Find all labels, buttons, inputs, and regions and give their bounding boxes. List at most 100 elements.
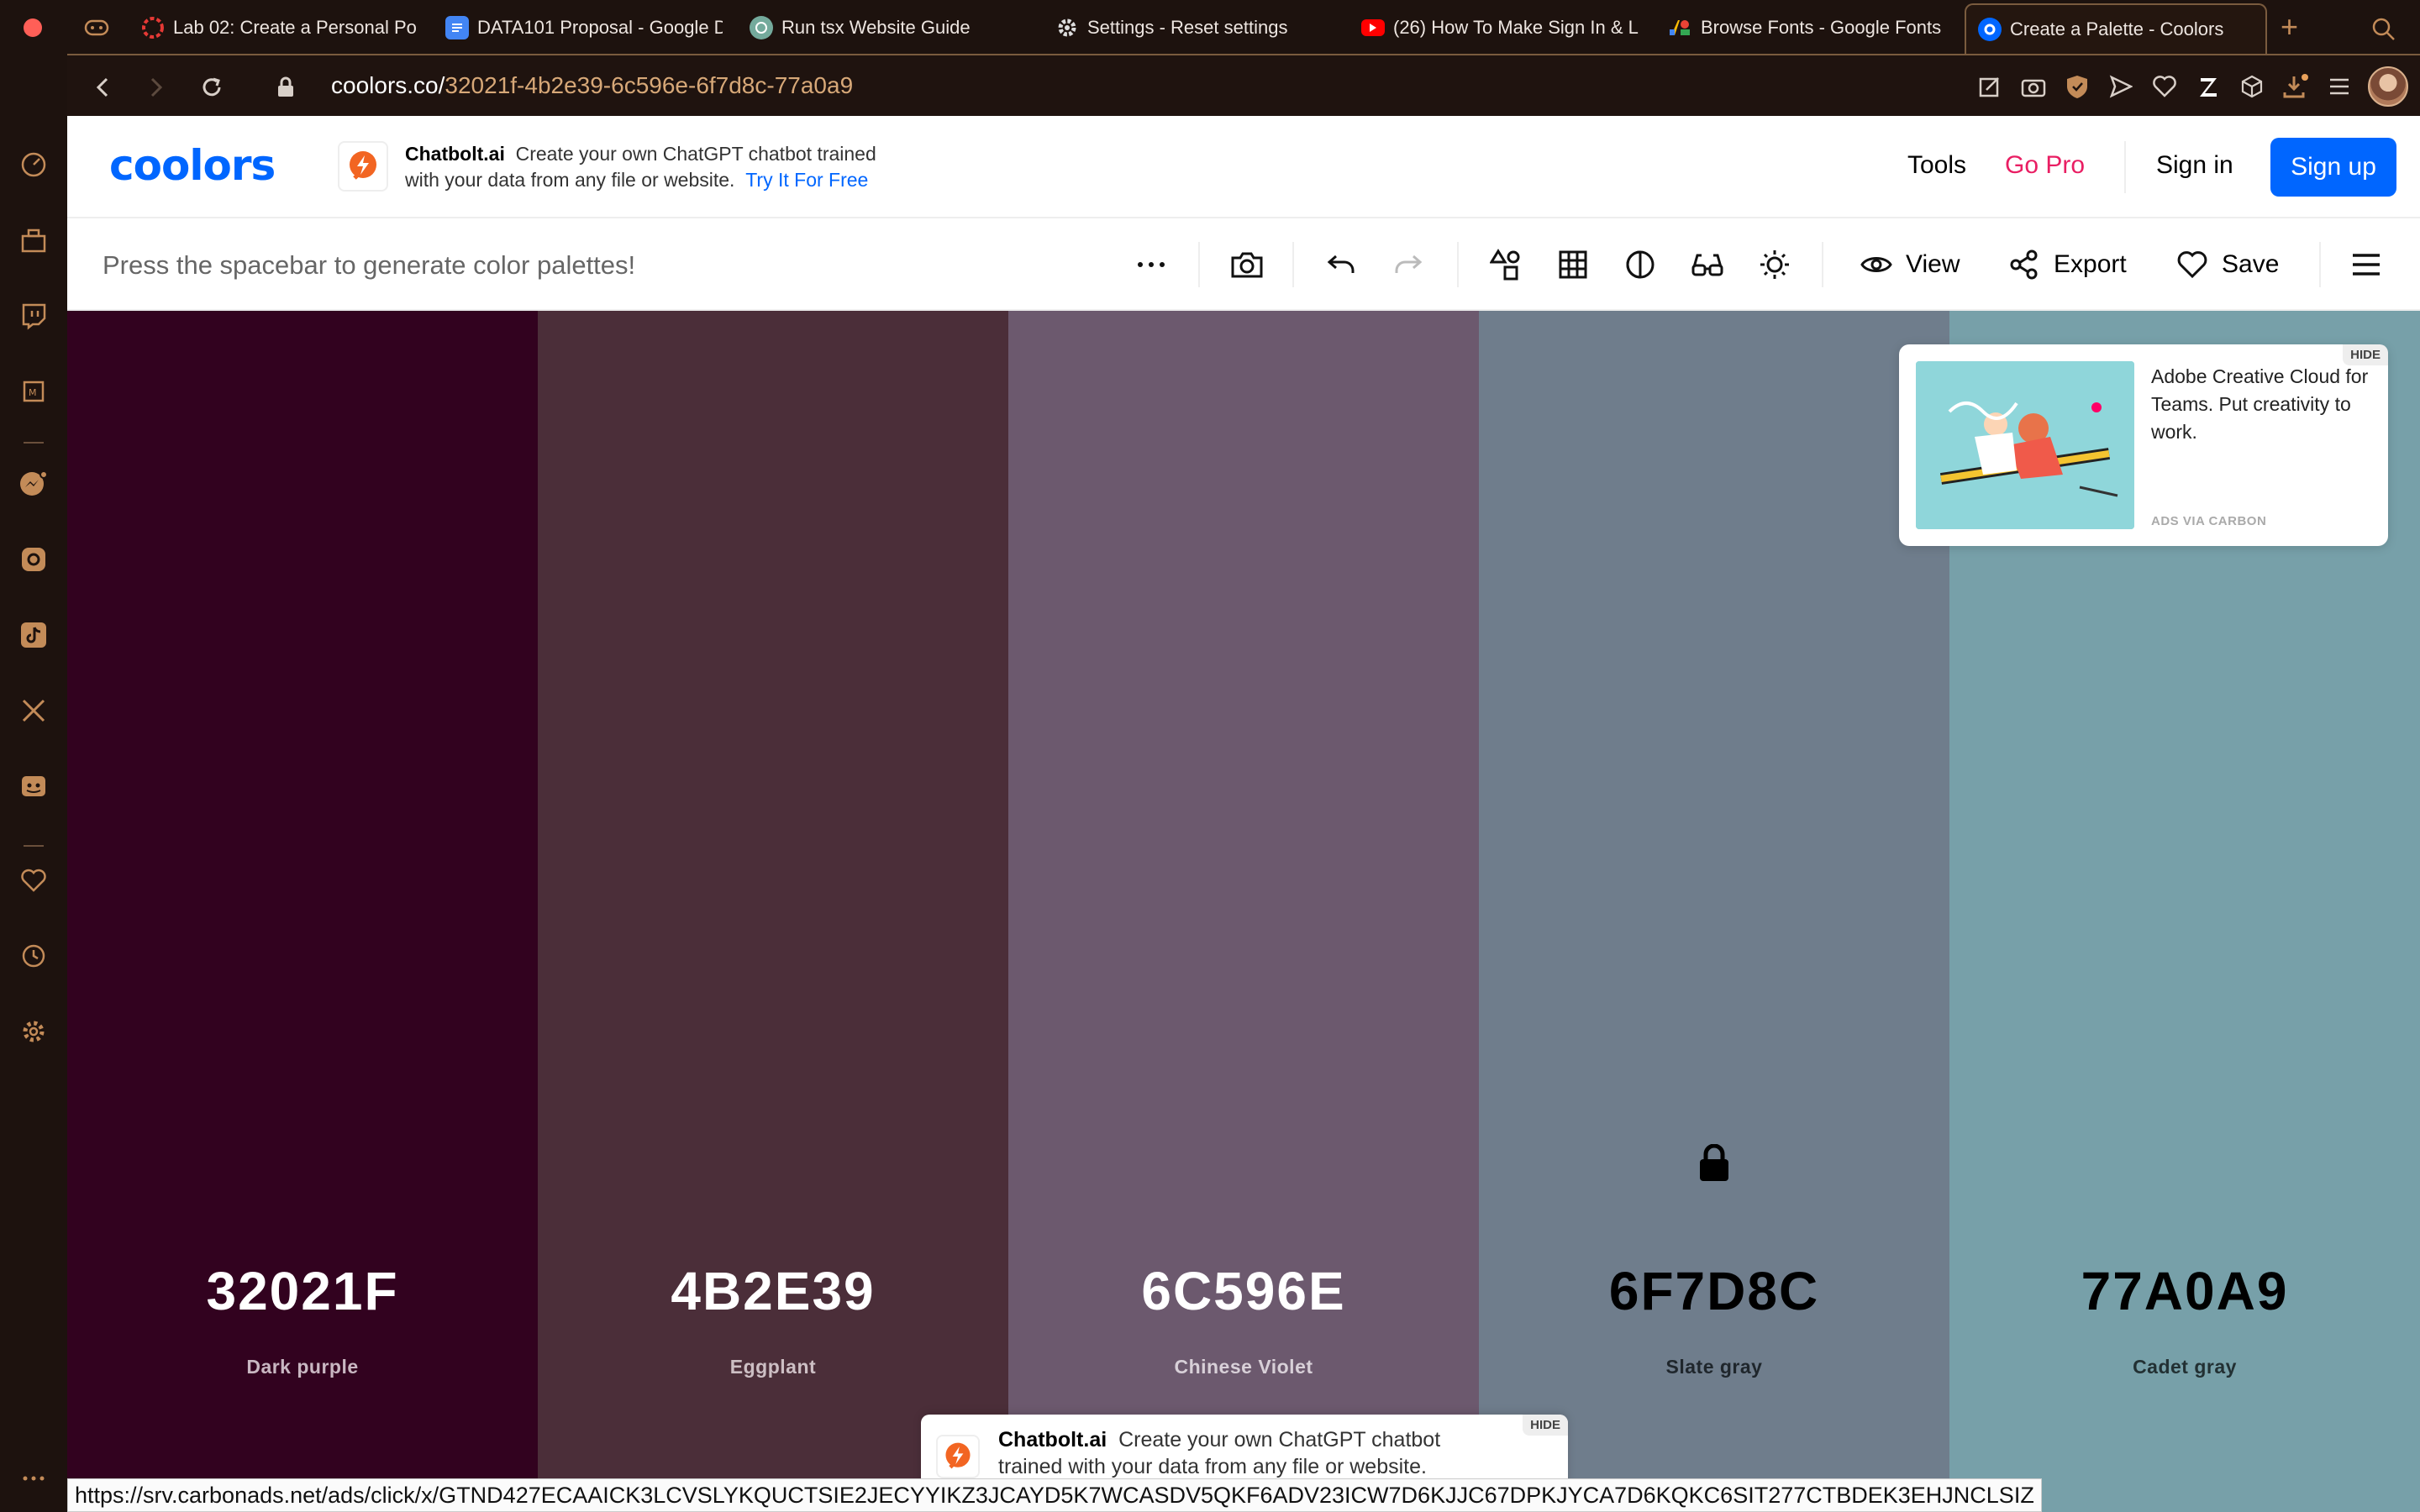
forward-button[interactable] <box>139 71 173 104</box>
chatgpt-icon <box>750 16 773 39</box>
settings-gear-icon[interactable] <box>17 1015 50 1048</box>
ad-brand: Chatbolt.ai <box>405 143 505 165</box>
color-name[interactable]: Dark purple <box>67 1356 538 1378</box>
coolors-page: coolors Chatbolt.ai Create your own Chat… <box>67 116 2420 1512</box>
color-name[interactable]: Cadet gray <box>1949 1356 2420 1378</box>
url-field[interactable]: coolors.co/32021f-4b2e39-6c596e-6f7d8c-7… <box>331 72 853 99</box>
more-options-icon[interactable] <box>1133 246 1170 283</box>
address-bar: coolors.co/32021f-4b2e39-6c596e-6f7d8c-7… <box>67 54 2420 116</box>
extensions-cube-icon[interactable] <box>2237 71 2267 102</box>
tab-youtube[interactable]: (26) How To Make Sign In & L <box>1361 7 1647 49</box>
hamburger-menu-icon[interactable] <box>2348 246 2385 283</box>
zotero-icon[interactable] <box>2193 71 2223 102</box>
ad-line2: with your data from any file or website. <box>405 169 735 191</box>
instagram-icon[interactable] <box>17 543 50 576</box>
camera-icon[interactable] <box>2018 71 2049 102</box>
shapes-icon[interactable] <box>1487 246 1524 283</box>
nav-tools-link[interactable]: Tools <box>1907 151 1966 180</box>
tab-strip: Lab 02: Create a Personal Po DATA101 Pro… <box>0 0 2420 108</box>
color-swatch[interactable]: 32021F Dark purple <box>67 311 538 1512</box>
messenger-icon[interactable] <box>17 467 50 501</box>
bookmark-heart-icon[interactable] <box>2149 71 2180 102</box>
color-name[interactable]: Slate gray <box>1479 1356 1949 1378</box>
reload-button[interactable] <box>195 71 229 104</box>
close-window-button[interactable] <box>24 18 42 37</box>
ad-illustration <box>1916 361 2134 529</box>
tab-label: Create a Palette - Coolors <box>2010 18 2224 39</box>
sign-in-link[interactable]: Sign in <box>2156 151 2233 180</box>
color-swatch[interactable]: 6C596E Chinese Violet <box>1008 311 1479 1512</box>
view-button[interactable]: View <box>1860 244 1960 286</box>
toolbar-divider <box>2319 242 2321 287</box>
nav-go-pro-link[interactable]: Go Pro <box>2005 151 2085 180</box>
speed-dial-icon[interactable] <box>17 148 50 181</box>
tab-google-fonts[interactable]: Browse Fonts - Google Fonts <box>1669 7 1946 49</box>
color-hex-code[interactable]: 4B2E39 <box>538 1260 1008 1322</box>
ad-cta-link[interactable]: Try It For Free <box>745 169 868 191</box>
download-icon[interactable] <box>2281 71 2311 102</box>
game-controller-icon[interactable] <box>84 7 118 49</box>
more-options-icon[interactable] <box>17 1462 50 1495</box>
edit-page-icon[interactable] <box>1975 71 2005 102</box>
ad-line1: Create your own ChatGPT chatbot trained <box>515 143 876 165</box>
heart-icon[interactable] <box>17 864 50 897</box>
color-name[interactable]: Eggplant <box>538 1356 1008 1378</box>
url-path: 32021f-4b2e39-6c596e-6f7d8c-77a0a9 <box>445 72 854 98</box>
shield-icon[interactable] <box>2062 71 2092 102</box>
save-button[interactable]: Save <box>2176 244 2279 286</box>
new-tab-button[interactable]: + <box>2281 12 2298 42</box>
brightness-icon[interactable] <box>1756 246 1793 283</box>
redo-icon[interactable] <box>1390 246 1427 283</box>
color-swatch[interactable]: 6F7D8C Slate gray <box>1479 311 1949 1512</box>
camera-icon[interactable] <box>1228 246 1265 283</box>
coolors-icon <box>1978 18 2002 41</box>
profile-avatar[interactable] <box>2368 66 2408 107</box>
palette-toolbar: Press the spacebar to generate color pal… <box>67 218 2420 311</box>
workspace-icon[interactable] <box>17 223 50 257</box>
back-button[interactable] <box>86 71 119 104</box>
side-ad-text: Adobe Creative Cloud for Teams. Put crea… <box>2151 365 2369 443</box>
hide-side-ad-button[interactable]: HIDE <box>2343 344 2388 365</box>
color-hex-code[interactable]: 32021F <box>67 1260 538 1322</box>
ads-via-carbon[interactable]: ADS VIA CARBON <box>2151 514 2266 528</box>
discord-icon[interactable] <box>17 769 50 803</box>
sign-up-button[interactable]: Sign up <box>2270 138 2396 197</box>
gear-icon <box>1055 16 1079 39</box>
tab-coolors[interactable]: Create a Palette - Coolors <box>1965 3 2267 54</box>
tab-run-tsx[interactable]: Run tsx Website Guide <box>750 7 993 49</box>
status-bar-url: https://srv.carbonads.net/ads/click/x/GT… <box>67 1478 2042 1512</box>
grid-icon[interactable] <box>1555 246 1591 283</box>
x-twitter-icon[interactable] <box>17 694 50 727</box>
twitch-icon[interactable] <box>17 299 50 333</box>
export-button[interactable]: Export <box>2008 244 2127 286</box>
history-clock-icon[interactable] <box>17 939 50 973</box>
undo-icon[interactable] <box>1323 246 1360 283</box>
hide-bottom-ad-button[interactable]: HIDE <box>1523 1415 1568 1436</box>
color-name[interactable]: Chinese Violet <box>1008 1356 1479 1378</box>
carbon-side-ad[interactable]: Adobe Creative Cloud for Teams. Put crea… <box>1899 344 2388 546</box>
url-host: coolors.co/ <box>331 72 445 98</box>
send-icon[interactable] <box>2106 71 2136 102</box>
color-swatch[interactable]: 4B2E39 Eggplant <box>538 311 1008 1512</box>
sidebar-divider <box>24 845 44 847</box>
lock-icon[interactable] <box>269 71 302 104</box>
bottom-ad-brand: Chatbolt.ai <box>998 1428 1107 1452</box>
color-hex-code[interactable]: 6F7D8C <box>1479 1260 1949 1322</box>
coolors-logo[interactable]: coolors <box>109 141 276 190</box>
bottom-ad-text: Chatbolt.ai Create your own ChatGPT chat… <box>998 1426 1469 1480</box>
color-hex-code[interactable]: 6C596E <box>1008 1260 1479 1322</box>
header-ad[interactable]: Chatbolt.ai Create your own ChatGPT chat… <box>338 141 876 193</box>
tab-data101[interactable]: DATA101 Proposal - Google D <box>445 7 723 49</box>
save-label: Save <box>2222 250 2280 278</box>
contrast-icon[interactable] <box>1622 246 1659 283</box>
tab-settings[interactable]: Settings - Reset settings <box>1055 7 1333 49</box>
lock-icon[interactable] <box>1697 1144 1731 1183</box>
tab-lab02[interactable]: Lab 02: Create a Personal Po <box>141 7 418 49</box>
tiktok-icon[interactable] <box>17 618 50 652</box>
menu-lines-icon[interactable] <box>2324 71 2354 102</box>
glasses-icon[interactable] <box>1689 246 1726 283</box>
memory-chip-icon[interactable]: M <box>17 375 50 408</box>
tab-search-icon[interactable] <box>2371 17 2396 42</box>
color-hex-code[interactable]: 77A0A9 <box>1949 1260 2420 1322</box>
eye-icon <box>1860 257 1892 272</box>
